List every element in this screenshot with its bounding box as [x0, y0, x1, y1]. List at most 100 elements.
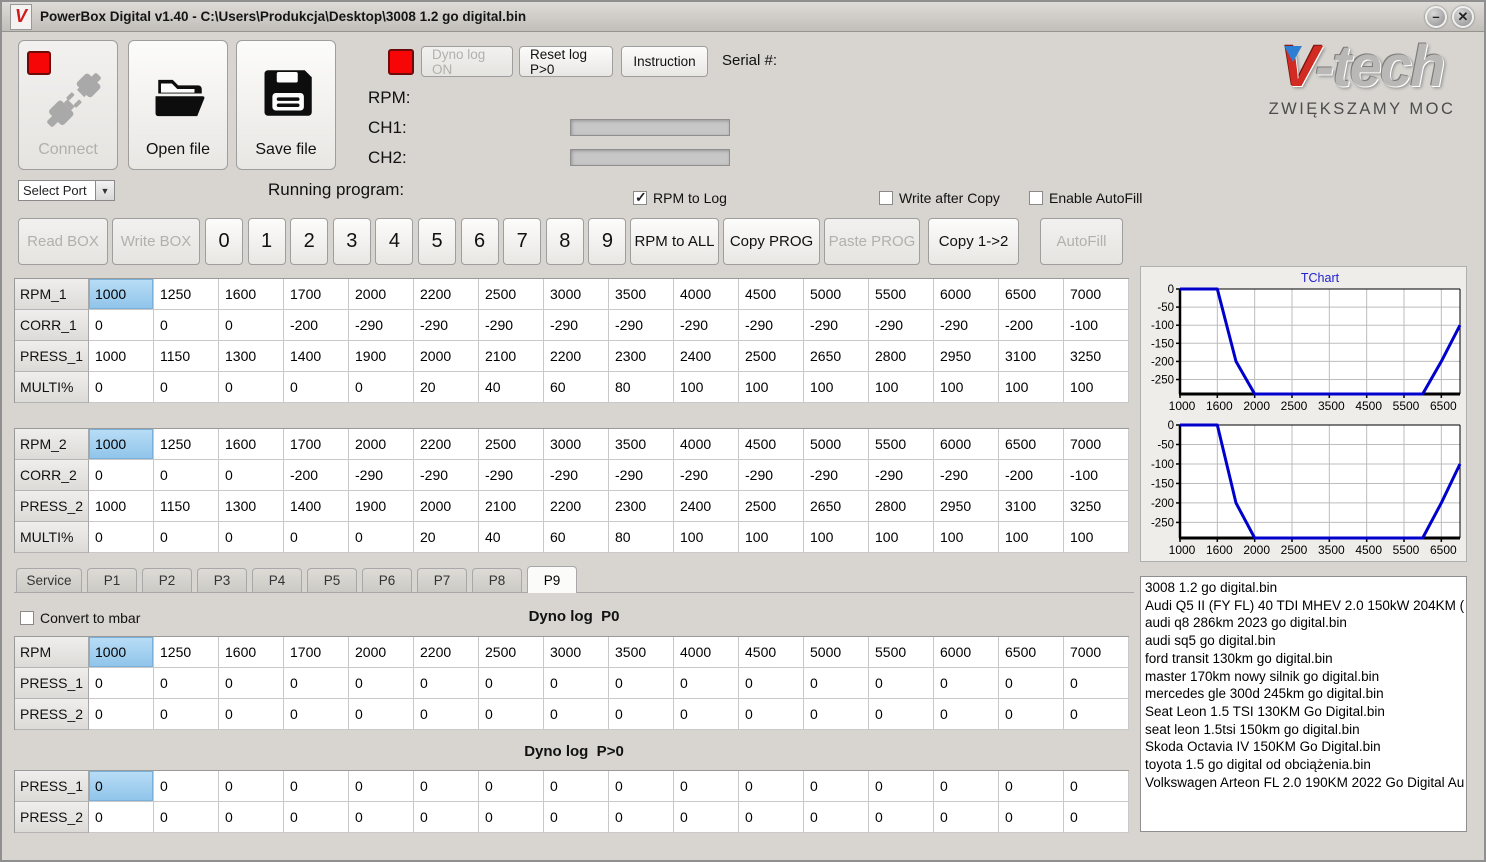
- prog2-cell-PRESS_2-10[interactable]: 2500: [739, 491, 804, 522]
- file-item[interactable]: master 170km nowy silnik go digital.bin: [1145, 668, 1466, 686]
- prog2-cell-PRESS_2-1[interactable]: 1150: [154, 491, 219, 522]
- prog1-cell-MULTI%-10[interactable]: 100: [739, 372, 804, 403]
- p0table-cell-PRESS_2-2[interactable]: 0: [219, 699, 284, 730]
- prog2-cell-PRESS_2-2[interactable]: 1300: [219, 491, 284, 522]
- prog2-cell-MULTI%-1[interactable]: 0: [154, 522, 219, 553]
- select-port-dropdown[interactable]: Select Port ▼: [18, 180, 115, 201]
- prog2-cell-RPM_2-0[interactable]: 1000: [89, 429, 154, 460]
- prog1-cell-RPM_1-12[interactable]: 5500: [869, 279, 934, 310]
- prog2-cell-MULTI%-6[interactable]: 40: [479, 522, 544, 553]
- rpm-to-log-checkbox[interactable]: RPM to Log: [633, 189, 727, 206]
- prog2-cell-CORR_2-11[interactable]: -290: [804, 460, 869, 491]
- prog1-cell-CORR_1-1[interactable]: 0: [154, 310, 219, 341]
- prog2-cell-CORR_2-6[interactable]: -290: [479, 460, 544, 491]
- prog1-cell-MULTI%-9[interactable]: 100: [674, 372, 739, 403]
- prog2-cell-PRESS_2-3[interactable]: 1400: [284, 491, 349, 522]
- close-button[interactable]: ✕: [1452, 5, 1474, 28]
- connect-button[interactable]: Connect: [18, 40, 118, 170]
- prog2-cell-RPM_2-7[interactable]: 3000: [544, 429, 609, 460]
- prog1-cell-PRESS_1-3[interactable]: 1400: [284, 341, 349, 372]
- p0table-cell-RPM-2[interactable]: 1600: [219, 637, 284, 668]
- p0table-cell-RPM-4[interactable]: 2000: [349, 637, 414, 668]
- tab-p7[interactable]: P7: [417, 568, 467, 592]
- pg0table-cell-PRESS_2-2[interactable]: 0: [219, 802, 284, 833]
- pg0table-cell-PRESS_1-10[interactable]: 0: [739, 771, 804, 802]
- p0table-cell-RPM-13[interactable]: 6000: [934, 637, 999, 668]
- prog2-cell-CORR_2-5[interactable]: -290: [414, 460, 479, 491]
- program-button-4[interactable]: 4: [375, 218, 414, 265]
- prog2-cell-RPM_2-1[interactable]: 1250: [154, 429, 219, 460]
- program-button-9[interactable]: 9: [588, 218, 627, 265]
- pg0table-cell-PRESS_2-15[interactable]: 0: [1064, 802, 1129, 833]
- prog1-cell-CORR_1-2[interactable]: 0: [219, 310, 284, 341]
- p0table-cell-PRESS_2-15[interactable]: 0: [1064, 699, 1129, 730]
- prog2-cell-MULTI%-0[interactable]: 0: [89, 522, 154, 553]
- p0table-cell-RPM-10[interactable]: 4500: [739, 637, 804, 668]
- tab-p6[interactable]: P6: [362, 568, 412, 592]
- prog2-cell-PRESS_2-6[interactable]: 2100: [479, 491, 544, 522]
- prog1-cell-MULTI%-4[interactable]: 0: [349, 372, 414, 403]
- prog1-cell-PRESS_1-15[interactable]: 3250: [1064, 341, 1129, 372]
- prog2-cell-PRESS_2-11[interactable]: 2650: [804, 491, 869, 522]
- file-item[interactable]: Skoda Octavia IV 150KM Go Digital.bin: [1145, 738, 1466, 756]
- p0table-cell-PRESS_2-8[interactable]: 0: [609, 699, 674, 730]
- prog2-cell-MULTI%-12[interactable]: 100: [869, 522, 934, 553]
- pg0table-cell-PRESS_1-3[interactable]: 0: [284, 771, 349, 802]
- prog1-cell-PRESS_1-13[interactable]: 2950: [934, 341, 999, 372]
- prog1-cell-MULTI%-12[interactable]: 100: [869, 372, 934, 403]
- prog1-cell-CORR_1-13[interactable]: -290: [934, 310, 999, 341]
- p0table-cell-RPM-6[interactable]: 2500: [479, 637, 544, 668]
- write-after-copy-checkbox-box[interactable]: [879, 191, 893, 205]
- prog1-cell-MULTI%-3[interactable]: 0: [284, 372, 349, 403]
- pg0table-cell-PRESS_2-12[interactable]: 0: [869, 802, 934, 833]
- p0table-cell-PRESS_1-6[interactable]: 0: [479, 668, 544, 699]
- p0table-cell-RPM-8[interactable]: 3500: [609, 637, 674, 668]
- prog2-cell-RPM_2-13[interactable]: 6000: [934, 429, 999, 460]
- pg0table-cell-PRESS_2-8[interactable]: 0: [609, 802, 674, 833]
- pg0table-cell-PRESS_2-11[interactable]: 0: [804, 802, 869, 833]
- prog1-cell-RPM_1-5[interactable]: 2200: [414, 279, 479, 310]
- p0table-cell-PRESS_1-8[interactable]: 0: [609, 668, 674, 699]
- tab-service[interactable]: Service: [16, 568, 82, 592]
- p0table-cell-RPM-14[interactable]: 6500: [999, 637, 1064, 668]
- file-item[interactable]: seat leon 1.5tsi 150km go digital.bin: [1145, 721, 1466, 739]
- prog2-cell-CORR_2-7[interactable]: -290: [544, 460, 609, 491]
- p0table-cell-PRESS_1-2[interactable]: 0: [219, 668, 284, 699]
- prog2-cell-RPM_2-8[interactable]: 3500: [609, 429, 674, 460]
- write-after-copy-checkbox[interactable]: Write after Copy: [879, 190, 1000, 206]
- pg0table-cell-PRESS_2-3[interactable]: 0: [284, 802, 349, 833]
- tab-p8[interactable]: P8: [472, 568, 522, 592]
- pg0table-cell-PRESS_2-7[interactable]: 0: [544, 802, 609, 833]
- prog2-cell-RPM_2-4[interactable]: 2000: [349, 429, 414, 460]
- prog1-cell-MULTI%-15[interactable]: 100: [1064, 372, 1129, 403]
- prog2-cell-CORR_2-9[interactable]: -290: [674, 460, 739, 491]
- prog1-cell-CORR_1-6[interactable]: -290: [479, 310, 544, 341]
- program-button-0[interactable]: 0: [205, 218, 243, 265]
- prog1-cell-CORR_1-0[interactable]: 0: [89, 310, 154, 341]
- prog1-cell-MULTI%-5[interactable]: 20: [414, 372, 479, 403]
- pg0table-cell-PRESS_1-13[interactable]: 0: [934, 771, 999, 802]
- prog2-cell-MULTI%-14[interactable]: 100: [999, 522, 1064, 553]
- prog1-cell-CORR_1-5[interactable]: -290: [414, 310, 479, 341]
- program-button-3[interactable]: 3: [332, 218, 371, 265]
- tab-p1[interactable]: P1: [87, 568, 137, 592]
- prog1-cell-MULTI%-8[interactable]: 80: [609, 372, 674, 403]
- prog2-cell-RPM_2-10[interactable]: 4500: [739, 429, 804, 460]
- prog1-cell-RPM_1-3[interactable]: 1700: [284, 279, 349, 310]
- prog2-cell-CORR_2-12[interactable]: -290: [869, 460, 934, 491]
- prog2-cell-RPM_2-6[interactable]: 2500: [479, 429, 544, 460]
- prog1-cell-PRESS_1-2[interactable]: 1300: [219, 341, 284, 372]
- prog1-cell-MULTI%-1[interactable]: 0: [154, 372, 219, 403]
- prog1-cell-PRESS_1-7[interactable]: 2200: [544, 341, 609, 372]
- file-item[interactable]: mercedes gle 300d 245km go digital.bin: [1145, 685, 1466, 703]
- prog1-cell-PRESS_1-14[interactable]: 3100: [999, 341, 1064, 372]
- program-button-6[interactable]: 6: [460, 218, 499, 265]
- prog1-cell-MULTI%-2[interactable]: 0: [219, 372, 284, 403]
- prog1-cell-PRESS_1-5[interactable]: 2000: [414, 341, 479, 372]
- copy-prog-button[interactable]: Copy PROG: [723, 218, 820, 265]
- prog2-cell-MULTI%-4[interactable]: 0: [349, 522, 414, 553]
- dyno-log-on-button[interactable]: Dyno log ON: [421, 46, 513, 77]
- paste-prog-button[interactable]: Paste PROG: [824, 218, 920, 265]
- program-button-5[interactable]: 5: [418, 218, 456, 265]
- p0table-cell-PRESS_1-3[interactable]: 0: [284, 668, 349, 699]
